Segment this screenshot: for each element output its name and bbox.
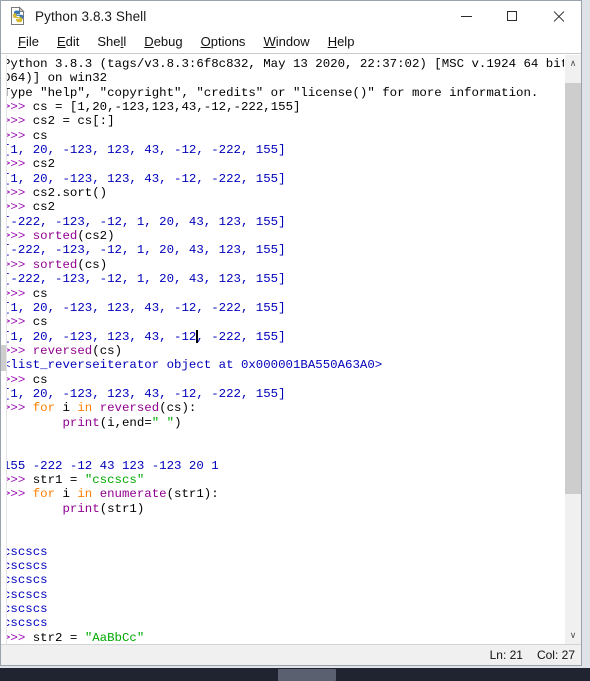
left-gutter-marker xyxy=(1,345,6,371)
menu-item-debug[interactable]: Debug xyxy=(135,33,191,51)
minimize-button[interactable] xyxy=(443,1,489,31)
menu-item-window[interactable]: Window xyxy=(254,33,318,51)
console-output[interactable]: Python 3.8.3 (tags/v3.8.3:6f8c832, May 1… xyxy=(1,55,564,644)
scroll-down-button[interactable]: ∨ xyxy=(565,627,581,644)
close-button[interactable] xyxy=(535,1,581,31)
scroll-up-button[interactable]: ∧ xyxy=(565,55,581,72)
scrollbar-thumb[interactable] xyxy=(565,83,581,494)
console-code-lines: Python 3.8.3 (tags/v3.8.3:6f8c832, May 1… xyxy=(3,57,564,644)
menu-item-options[interactable]: Options xyxy=(192,33,255,51)
shell-text-area[interactable]: Python 3.8.3 (tags/v3.8.3:6f8c832, May 1… xyxy=(1,54,581,644)
menu-bar: File Edit Shell Debug Options Window Hel… xyxy=(1,31,581,54)
taskbar-window-button[interactable] xyxy=(278,669,336,681)
left-gutter xyxy=(1,55,7,644)
close-icon xyxy=(552,10,565,23)
maximize-icon xyxy=(507,11,517,21)
vertical-scrollbar[interactable]: ∧ ∨ xyxy=(564,55,581,644)
minimize-icon xyxy=(460,15,472,17)
menu-item-help[interactable]: Help xyxy=(319,33,364,51)
window-title: Python 3.8.3 Shell xyxy=(35,8,147,24)
maximize-button[interactable] xyxy=(489,1,535,31)
menu-item-file[interactable]: File xyxy=(9,33,48,51)
window-controls xyxy=(443,1,581,31)
menu-item-edit[interactable]: Edit xyxy=(48,33,88,51)
title-bar: Python 3.8.3 Shell xyxy=(1,1,581,31)
status-bar: Ln: 21 Col: 27 xyxy=(1,644,581,665)
status-column-number: Col: 27 xyxy=(536,648,575,662)
python-file-icon xyxy=(8,6,28,26)
screenshot-root: Python 3.8.3 Shell File Edit Shell Debug… xyxy=(0,0,590,681)
status-line-number: Ln: 21 xyxy=(489,648,523,662)
idle-shell-window: Python 3.8.3 Shell File Edit Shell Debug… xyxy=(0,0,582,666)
menu-item-shell[interactable]: Shell xyxy=(88,33,135,51)
taskbar xyxy=(0,668,590,681)
